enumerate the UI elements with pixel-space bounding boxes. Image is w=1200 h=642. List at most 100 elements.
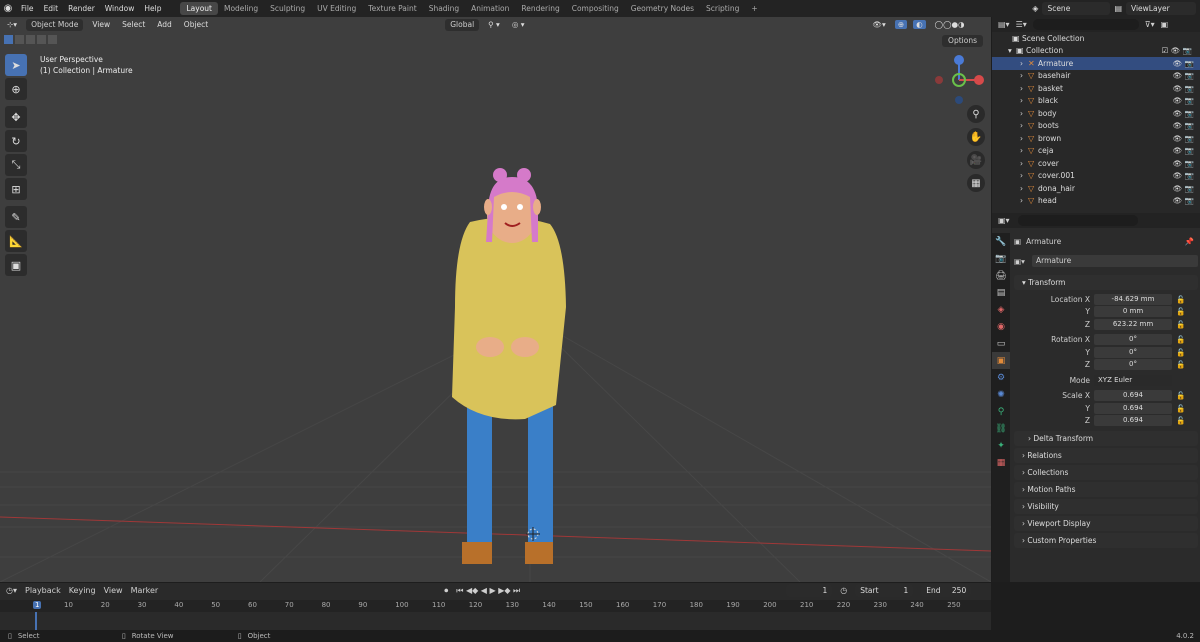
expand-icon[interactable]: › — [1020, 109, 1028, 118]
viewport-menu-object[interactable]: Object — [181, 20, 211, 29]
select-tool-icon[interactable]: ➤ — [5, 54, 27, 76]
scene-tab-icon[interactable]: ◈ — [992, 301, 1010, 318]
expand-icon[interactable]: › — [1020, 84, 1028, 93]
gizmo-toggle-icon[interactable]: ⊕ — [894, 20, 908, 29]
panel-header[interactable]: › Custom Properties — [1014, 533, 1198, 548]
shading-modes-icon[interactable]: ◯◯●◑ — [932, 20, 968, 29]
viewport-menu-add[interactable]: Add — [154, 20, 175, 29]
data-tab-icon[interactable]: ✦ — [992, 437, 1010, 454]
grid-view-icon[interactable]: ▦ — [967, 174, 985, 192]
pin-icon[interactable]: 📌 — [1185, 237, 1194, 246]
outliner-item[interactable]: › ▽ brown 👁 📷 — [992, 132, 1200, 145]
outliner-item[interactable]: › ▽ cover.001 👁 📷 — [992, 170, 1200, 183]
options-dropdown[interactable]: Options — [942, 35, 983, 47]
mode-selector[interactable]: Object Mode — [26, 18, 84, 31]
overlay-toggle-icon[interactable]: ◐ — [913, 20, 926, 29]
viewport-menu-view[interactable]: View — [89, 20, 113, 29]
keying-menu[interactable]: Keying — [69, 586, 96, 595]
transform-orientation-selector[interactable]: Global — [445, 18, 480, 31]
lock-icon[interactable]: 🔓 — [1172, 307, 1185, 316]
constraints-tab-icon[interactable]: ⛓ — [992, 420, 1010, 437]
editor-type-icon[interactable]: ⊹▾ — [4, 20, 20, 29]
lock-icon[interactable]: 🔓 — [1172, 360, 1185, 369]
playhead[interactable] — [35, 612, 37, 630]
lock-icon[interactable]: 🔓 — [1172, 335, 1185, 344]
proportional-edit-icon[interactable]: ◎ ▾ — [509, 20, 528, 29]
outliner-item[interactable]: › ▽ black 👁 📷 — [992, 95, 1200, 108]
texture-tab-icon[interactable]: ▦ — [992, 454, 1010, 471]
rotation-y-field[interactable]: 0° — [1094, 346, 1172, 358]
location-y-field[interactable]: 0 mm — [1094, 306, 1172, 318]
visibility-icons[interactable]: 👁 📷 — [1173, 84, 1194, 93]
zoom-icon[interactable]: ⚲ — [967, 105, 985, 123]
expand-icon[interactable]: › — [1020, 171, 1028, 180]
visibility-icons[interactable]: 👁 📷 — [1173, 171, 1194, 180]
expand-icon[interactable]: › — [1020, 96, 1028, 105]
rotation-x-field[interactable]: 0° — [1094, 334, 1172, 346]
view-layer-icon[interactable]: ▤ — [1114, 4, 1122, 13]
particles-tab-icon[interactable]: ✺ — [992, 386, 1010, 403]
modifiers-tab-icon[interactable]: ⚙ — [992, 369, 1010, 386]
playback-menu[interactable]: Playback — [25, 586, 61, 595]
lock-icon[interactable]: 🔓 — [1172, 348, 1185, 357]
filter-icon[interactable]: ⊽▾ — [1145, 20, 1155, 29]
scale-z-field[interactable]: 0.694 — [1094, 415, 1172, 427]
start-frame-field[interactable]: Start 1 — [855, 584, 914, 597]
menu-window[interactable]: Window — [100, 4, 140, 13]
tab-texture-paint[interactable]: Texture Paint — [362, 2, 422, 15]
outliner-search-input[interactable] — [1032, 19, 1139, 30]
view-layer-selector[interactable]: ViewLayer — [1126, 2, 1196, 15]
visibility-icon[interactable]: 👁▾ — [870, 20, 889, 29]
tab-shading[interactable]: Shading — [423, 2, 465, 15]
current-frame-field[interactable]: 1 — [786, 584, 833, 597]
visibility-icons[interactable]: 👁 📷 — [1173, 121, 1194, 130]
tab-rendering[interactable]: Rendering — [515, 2, 565, 15]
snap-icon[interactable]: ⚲ ▾ — [485, 20, 503, 29]
panel-header[interactable]: › Collections — [1014, 465, 1198, 480]
lock-icon[interactable]: 🔓 — [1172, 295, 1185, 304]
rotate-tool-icon[interactable]: ↻ — [5, 130, 27, 152]
rotation-mode-dropdown[interactable]: XYZ Euler — [1094, 374, 1172, 386]
scale-tool-icon[interactable]: ⤡ — [5, 154, 27, 176]
add-cube-tool-icon[interactable]: ▣ — [5, 254, 27, 276]
outliner-item[interactable]: › ▽ basehair 👁 📷 — [992, 70, 1200, 83]
cursor-tool-icon[interactable]: ⊕ — [5, 78, 27, 100]
visibility-icons[interactable]: 👁 📷 — [1173, 71, 1194, 80]
frame-ruler[interactable]: 1 10 20 30 40 50 60 70 80 90 100 110 120 130 140 150 160… — [0, 600, 991, 612]
visibility-icons[interactable]: 👁 📷 — [1173, 159, 1194, 168]
visibility-icons[interactable]: 👁 📷 — [1173, 59, 1194, 68]
datablock-icon[interactable]: ▣▾ — [1014, 257, 1032, 266]
outliner-item[interactable]: › ▽ ceja 👁 📷 — [992, 145, 1200, 158]
visibility-icons[interactable]: 👁 📷 — [1173, 109, 1194, 118]
scene-icon[interactable]: ◈ — [1032, 4, 1038, 13]
expand-icon[interactable]: › — [1020, 134, 1028, 143]
view-layer-tab-icon[interactable]: ▤ — [992, 284, 1010, 301]
playback-controls-icon[interactable]: ⏮ ◀◆ ◀ ▶ ▶◆ ⏭ — [456, 586, 520, 596]
outliner-editor-icon[interactable]: ▤▾ — [998, 20, 1010, 29]
tab-compositing[interactable]: Compositing — [566, 2, 625, 15]
expand-icon[interactable]: › — [1020, 184, 1028, 193]
3d-viewport[interactable]: ⊹▾ Object Mode View Select Add Object Gl… — [0, 17, 991, 582]
render-tab-icon[interactable]: 📷 — [992, 250, 1010, 267]
delta-transform-panel[interactable]: › Delta Transform — [1014, 431, 1198, 446]
annotate-tool-icon[interactable]: ✎ — [5, 206, 27, 228]
clock-icon[interactable]: ◷ — [840, 586, 847, 595]
expand-icon[interactable]: › — [1020, 159, 1028, 168]
properties-search-input[interactable] — [1017, 215, 1138, 226]
expand-icon[interactable]: › — [1020, 146, 1028, 155]
transform-tool-icon[interactable]: ⊞ — [5, 178, 27, 200]
object-tab-icon[interactable]: ▣ — [992, 352, 1010, 369]
panel-header[interactable]: › Visibility — [1014, 499, 1198, 514]
outliner-item[interactable]: › ▽ boots 👁 📷 — [992, 120, 1200, 133]
new-collection-icon[interactable]: ▣ — [1161, 20, 1169, 29]
measure-tool-icon[interactable]: 📐 — [5, 230, 27, 252]
tool-tab-icon[interactable]: 🔧 — [992, 233, 1010, 250]
lock-icon[interactable]: 🔓 — [1172, 391, 1185, 400]
display-mode-icon[interactable]: ☰▾ — [1016, 20, 1027, 29]
scene-selector[interactable]: Scene — [1042, 2, 1111, 15]
tab-animation[interactable]: Animation — [465, 2, 515, 15]
selection-mode-icons[interactable] — [4, 35, 57, 44]
end-frame-field[interactable]: End 250 — [921, 584, 972, 597]
expand-icon[interactable]: › — [1020, 196, 1028, 205]
world-tab-icon[interactable]: ◉ — [992, 318, 1010, 335]
